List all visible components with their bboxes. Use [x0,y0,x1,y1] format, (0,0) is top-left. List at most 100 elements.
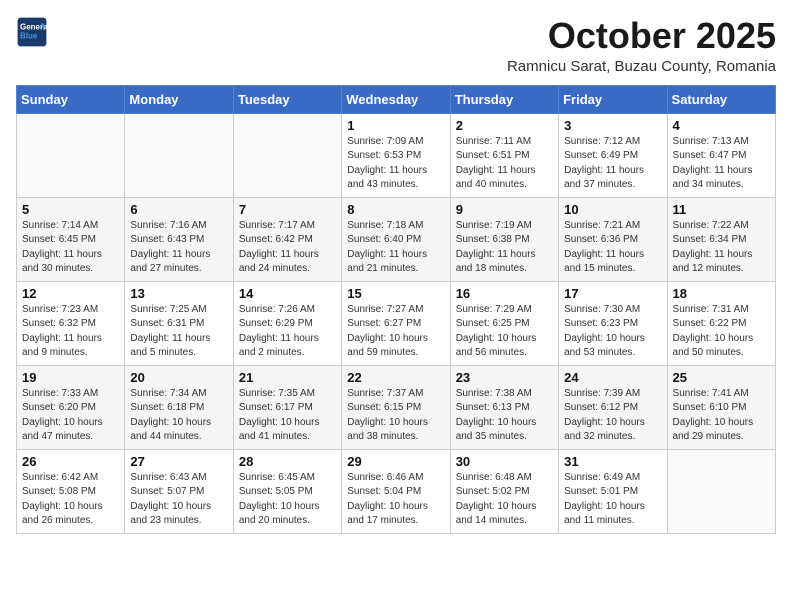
day-info: Sunrise: 7:16 AM Sunset: 6:43 PM Dayligh… [130,219,227,277]
day-number: 6 [130,202,227,217]
day-number: 30 [456,454,553,469]
weekday-header-wednesday: Wednesday [342,85,450,113]
day-info: Sunrise: 7:19 AM Sunset: 6:38 PM Dayligh… [456,219,553,277]
day-number: 9 [456,202,553,217]
day-number: 7 [239,202,336,217]
day-number: 20 [130,370,227,385]
weekday-header-thursday: Thursday [450,85,558,113]
day-number: 27 [130,454,227,469]
calendar-cell [125,113,233,197]
day-info: Sunrise: 7:17 AM Sunset: 6:42 PM Dayligh… [239,219,336,277]
calendar-cell: 16 Sunrise: 7:29 AM Sunset: 6:25 PM Dayli… [450,281,558,365]
day-info: Sunrise: 7:25 AM Sunset: 6:31 PM Dayligh… [130,303,227,361]
calendar-cell: 11 Sunrise: 7:22 AM Sunset: 6:34 PM Dayli… [667,197,775,281]
day-info: Sunrise: 7:30 AM Sunset: 6:23 PM Dayligh… [564,303,661,361]
day-number: 14 [239,286,336,301]
day-info: Sunrise: 7:23 AM Sunset: 6:32 PM Dayligh… [22,303,119,361]
page-header: General Blue October 2025 Ramnicu Sarat,… [16,16,776,75]
calendar-cell: 5 Sunrise: 7:14 AM Sunset: 6:45 PM Daylig… [17,197,125,281]
day-number: 11 [673,202,770,217]
weekday-header-friday: Friday [559,85,667,113]
day-number: 15 [347,286,444,301]
day-info: Sunrise: 6:42 AM Sunset: 5:08 PM Dayligh… [22,471,119,529]
day-info: Sunrise: 6:43 AM Sunset: 5:07 PM Dayligh… [130,471,227,529]
day-info: Sunrise: 7:29 AM Sunset: 6:25 PM Dayligh… [456,303,553,361]
calendar-cell: 23 Sunrise: 7:38 AM Sunset: 6:13 PM Dayli… [450,365,558,449]
day-number: 19 [22,370,119,385]
calendar-cell: 19 Sunrise: 7:33 AM Sunset: 6:20 PM Dayli… [17,365,125,449]
day-info: Sunrise: 7:13 AM Sunset: 6:47 PM Dayligh… [673,135,770,193]
day-info: Sunrise: 7:26 AM Sunset: 6:29 PM Dayligh… [239,303,336,361]
calendar-cell: 1 Sunrise: 7:09 AM Sunset: 6:53 PM Daylig… [342,113,450,197]
day-number: 21 [239,370,336,385]
day-number: 10 [564,202,661,217]
day-number: 25 [673,370,770,385]
day-number: 24 [564,370,661,385]
day-number: 22 [347,370,444,385]
calendar-cell: 22 Sunrise: 7:37 AM Sunset: 6:15 PM Dayli… [342,365,450,449]
day-number: 29 [347,454,444,469]
day-number: 23 [456,370,553,385]
calendar-table: SundayMondayTuesdayWednesdayThursdayFrid… [16,85,776,534]
week-row-4: 26Sunrise: 6:42 AM Sunset: 5:08 PM Dayli… [17,449,776,533]
day-number: 17 [564,286,661,301]
day-info: Sunrise: 7:22 AM Sunset: 6:34 PM Dayligh… [673,219,770,277]
weekday-header-saturday: Saturday [667,85,775,113]
calendar-cell: 28Sunrise: 6:45 AM Sunset: 5:05 PM Dayli… [233,449,341,533]
title-area: October 2025 Ramnicu Sarat, Buzau County… [507,16,776,75]
calendar-cell: 18 Sunrise: 7:31 AM Sunset: 6:22 PM Dayli… [667,281,775,365]
calendar-cell: 12 Sunrise: 7:23 AM Sunset: 6:32 PM Dayli… [17,281,125,365]
calendar-cell: 20Sunrise: 7:34 AM Sunset: 6:18 PM Dayli… [125,365,233,449]
week-row-2: 12 Sunrise: 7:23 AM Sunset: 6:32 PM Dayli… [17,281,776,365]
week-row-0: 1 Sunrise: 7:09 AM Sunset: 6:53 PM Daylig… [17,113,776,197]
day-number: 28 [239,454,336,469]
calendar-cell [233,113,341,197]
week-row-3: 19 Sunrise: 7:33 AM Sunset: 6:20 PM Dayli… [17,365,776,449]
day-number: 12 [22,286,119,301]
logo: General Blue [16,16,48,48]
calendar-cell: 26Sunrise: 6:42 AM Sunset: 5:08 PM Dayli… [17,449,125,533]
day-info: Sunrise: 7:33 AM Sunset: 6:20 PM Dayligh… [22,387,119,445]
day-info: Sunrise: 7:31 AM Sunset: 6:22 PM Dayligh… [673,303,770,361]
calendar-cell: 25Sunrise: 7:41 AM Sunset: 6:10 PM Dayli… [667,365,775,449]
day-number: 18 [673,286,770,301]
day-info: Sunrise: 7:12 AM Sunset: 6:49 PM Dayligh… [564,135,661,193]
day-number: 4 [673,118,770,133]
day-info: Sunrise: 7:27 AM Sunset: 6:27 PM Dayligh… [347,303,444,361]
day-number: 3 [564,118,661,133]
calendar-cell: 13 Sunrise: 7:25 AM Sunset: 6:31 PM Dayli… [125,281,233,365]
calendar-cell: 3 Sunrise: 7:12 AM Sunset: 6:49 PM Daylig… [559,113,667,197]
calendar-cell [17,113,125,197]
day-number: 1 [347,118,444,133]
calendar-cell: 10 Sunrise: 7:21 AM Sunset: 6:36 PM Dayli… [559,197,667,281]
day-info: Sunrise: 7:38 AM Sunset: 6:13 PM Dayligh… [456,387,553,445]
day-number: 5 [22,202,119,217]
day-info: Sunrise: 7:09 AM Sunset: 6:53 PM Dayligh… [347,135,444,193]
weekday-header-sunday: Sunday [17,85,125,113]
day-info: Sunrise: 7:14 AM Sunset: 6:45 PM Dayligh… [22,219,119,277]
calendar-cell: 17 Sunrise: 7:30 AM Sunset: 6:23 PM Dayli… [559,281,667,365]
day-number: 16 [456,286,553,301]
calendar-cell [667,449,775,533]
day-number: 2 [456,118,553,133]
calendar-cell: 4 Sunrise: 7:13 AM Sunset: 6:47 PM Daylig… [667,113,775,197]
svg-text:Blue: Blue [20,31,38,40]
calendar-cell: 7 Sunrise: 7:17 AM Sunset: 6:42 PM Daylig… [233,197,341,281]
month-title: October 2025 [507,16,776,56]
day-info: Sunrise: 7:21 AM Sunset: 6:36 PM Dayligh… [564,219,661,277]
calendar-cell: 27 Sunrise: 6:43 AM Sunset: 5:07 PM Dayli… [125,449,233,533]
calendar-cell: 15 Sunrise: 7:27 AM Sunset: 6:27 PM Dayli… [342,281,450,365]
day-info: Sunrise: 7:37 AM Sunset: 6:15 PM Dayligh… [347,387,444,445]
day-info: Sunrise: 7:18 AM Sunset: 6:40 PM Dayligh… [347,219,444,277]
calendar-cell: 6 Sunrise: 7:16 AM Sunset: 6:43 PM Daylig… [125,197,233,281]
location-title: Ramnicu Sarat, Buzau County, Romania [507,58,776,75]
calendar-cell: 2Sunrise: 7:11 AM Sunset: 6:51 PM Daylig… [450,113,558,197]
logo-icon: General Blue [16,16,48,48]
weekday-header-row: SundayMondayTuesdayWednesdayThursdayFrid… [17,85,776,113]
calendar-cell: 29Sunrise: 6:46 AM Sunset: 5:04 PM Dayli… [342,449,450,533]
week-row-1: 5 Sunrise: 7:14 AM Sunset: 6:45 PM Daylig… [17,197,776,281]
day-number: 13 [130,286,227,301]
calendar-cell: 31Sunrise: 6:49 AM Sunset: 5:01 PM Dayli… [559,449,667,533]
day-info: Sunrise: 6:49 AM Sunset: 5:01 PM Dayligh… [564,471,661,529]
day-info: Sunrise: 6:48 AM Sunset: 5:02 PM Dayligh… [456,471,553,529]
